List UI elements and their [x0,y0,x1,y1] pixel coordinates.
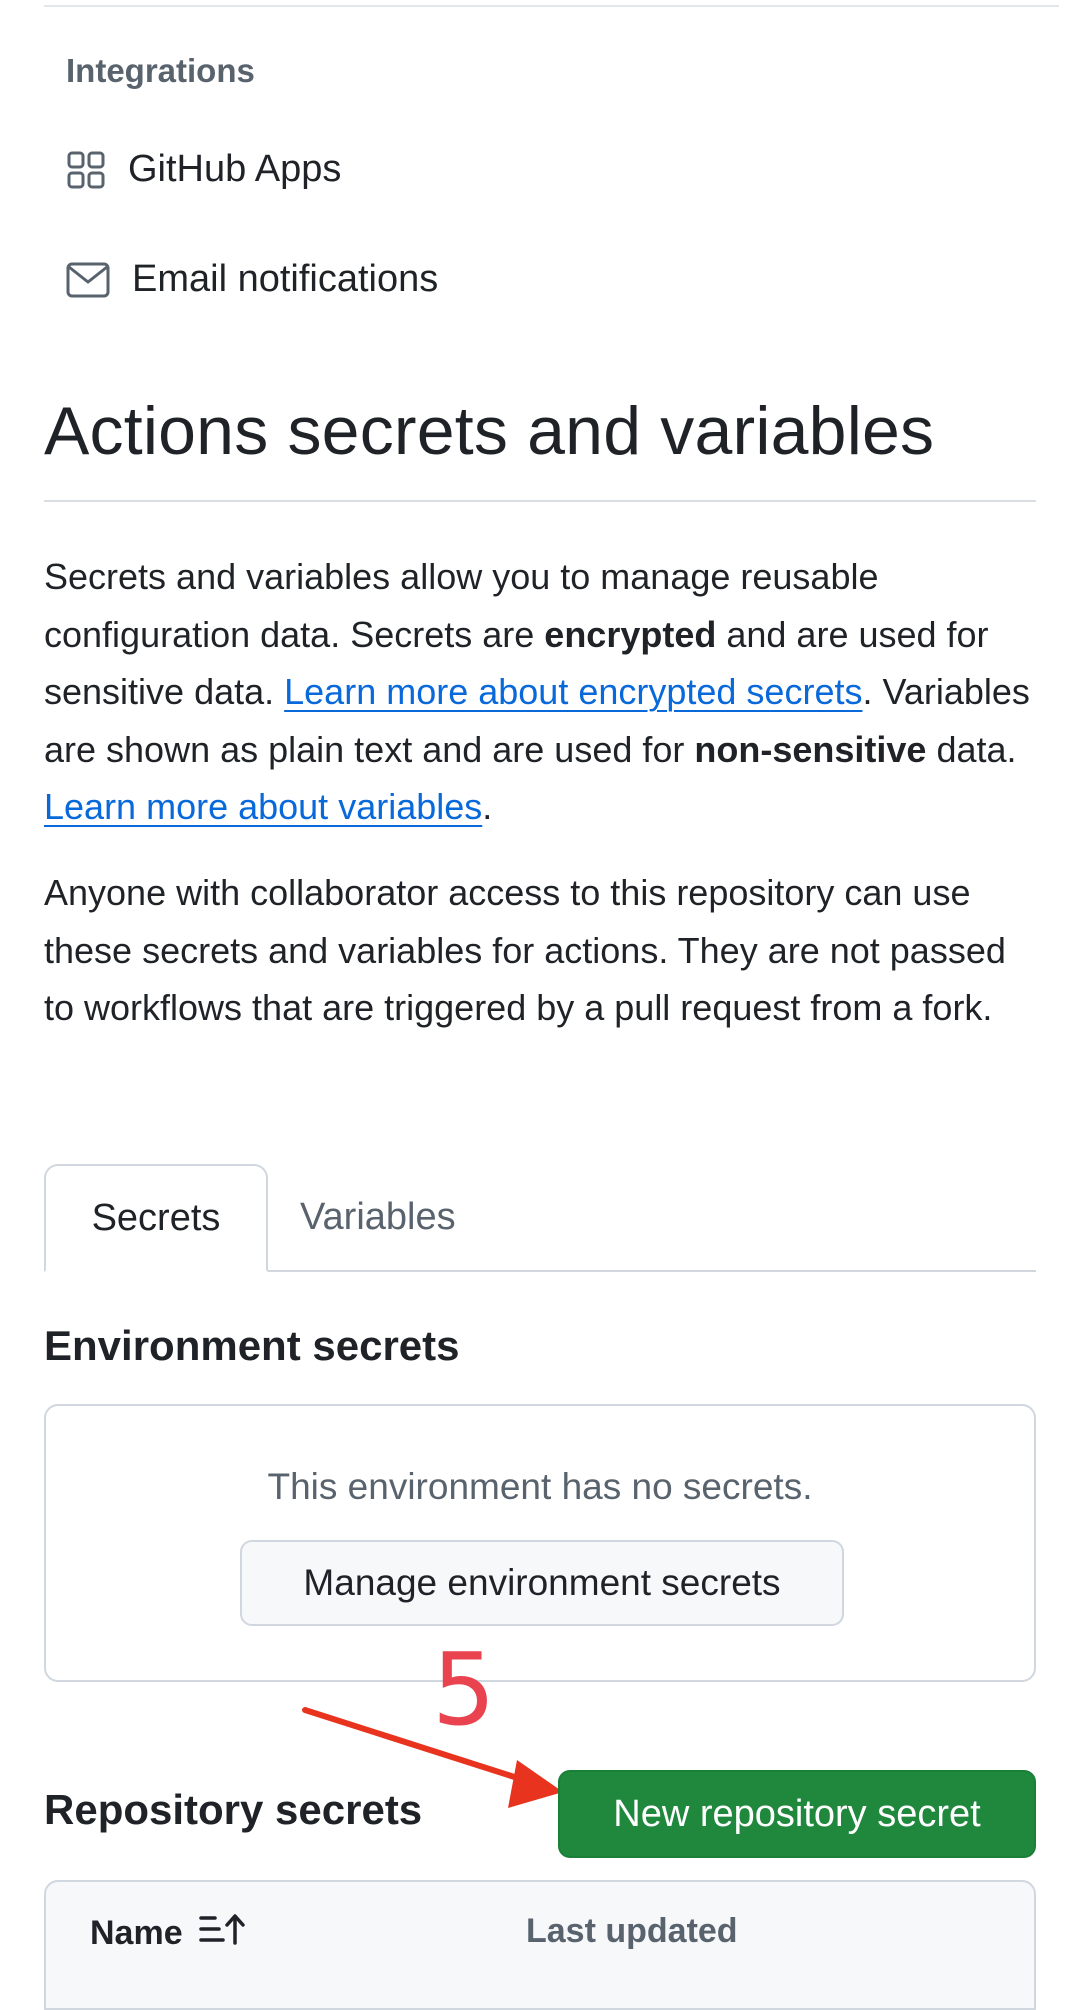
environment-secrets-title: Environment secrets [44,1322,460,1369]
intro-emphasis-encrypted: encrypted [544,613,717,655]
sort-ascending-icon [198,1912,245,1955]
top-divider [44,5,1059,7]
access-note: Anyone with collaborator access to this … [44,872,1006,1028]
intro-paragraph: Secrets and variables allow you to manag… [44,548,1044,836]
repository-secrets-title: Repository secrets [44,1786,423,1833]
empty-state-message: This environment has no secrets. [267,1466,813,1507]
apps-grid-icon [66,150,106,190]
nav-item-label: Email notifications [132,258,439,300]
new-repository-secret-button[interactable]: New repository secret [558,1770,1036,1858]
intro-emphasis-non-sensitive: non-sensitive [694,728,927,770]
nav-item-email-notifications[interactable]: Email notifications [66,258,438,301]
intro-text: data. [926,728,1017,770]
tab-secrets[interactable]: Secrets [44,1164,268,1272]
tab-variables[interactable]: Variables [300,1164,456,1270]
annotation-step-number: 5 [432,1631,496,1748]
nav-item-github-apps[interactable]: GitHub Apps [66,148,341,191]
page-title: Actions secrets and variables [44,393,935,469]
column-header-name[interactable]: Name [90,1912,245,1955]
mail-icon [66,262,110,298]
learn-more-variables-link[interactable]: Learn more about variables [44,786,482,827]
intro-text: . [482,786,493,827]
learn-more-secrets-link[interactable]: Learn more about encrypted secrets [284,671,862,712]
title-divider [44,500,1036,502]
column-label: Name [90,1914,183,1952]
nav-section-header: Integrations [66,52,255,89]
manage-environment-secrets-button[interactable]: Manage environment secrets [240,1540,844,1626]
environment-secrets-box: This environment has no secrets. Manage … [44,1404,1036,1682]
column-header-last-updated: Last updated [526,1912,738,1950]
nav-item-label: GitHub Apps [128,148,342,190]
